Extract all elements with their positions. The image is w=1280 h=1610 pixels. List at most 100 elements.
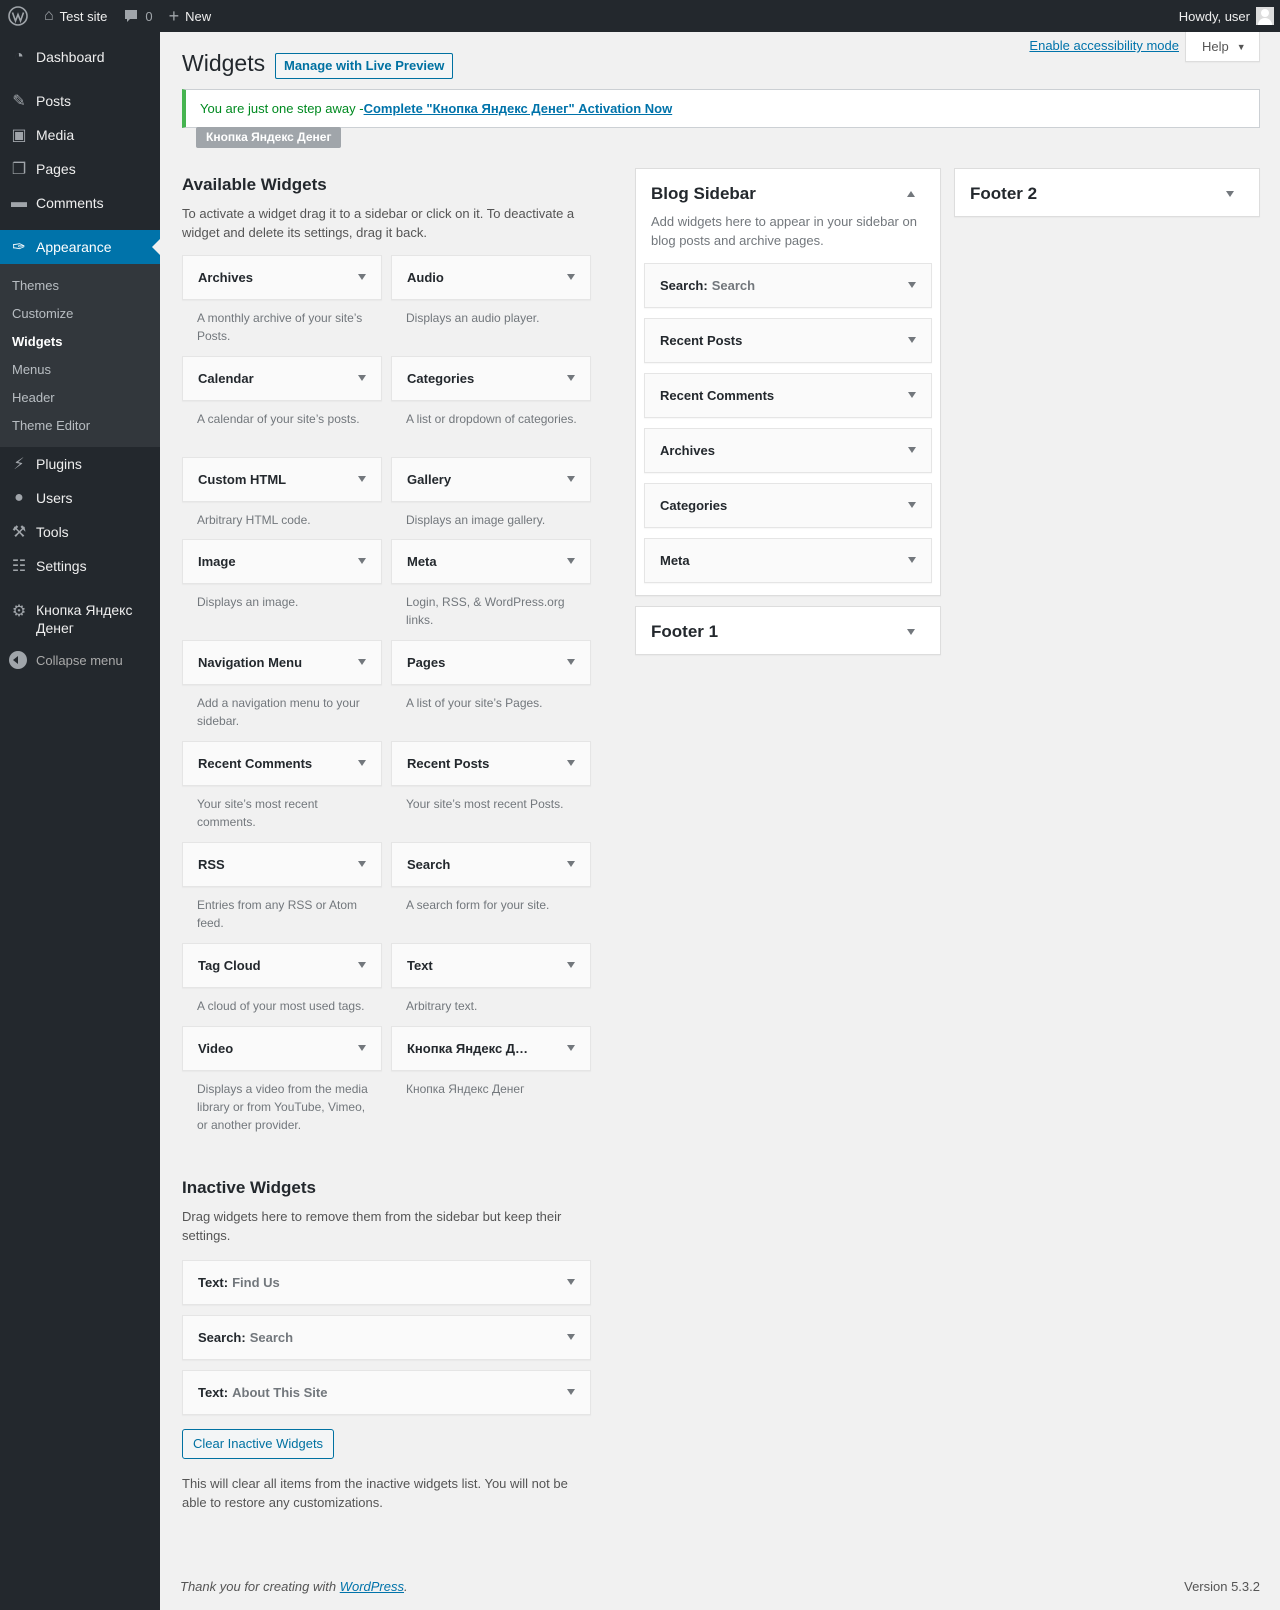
menu-item-tools[interactable]: ⚒ Tools xyxy=(0,515,160,549)
menu-item-dashboard[interactable]: ◔ Dashboard xyxy=(0,40,160,74)
menu-item-appearance[interactable]: ✑ Appearance xyxy=(0,230,160,264)
available-widget[interactable]: Meta xyxy=(391,539,591,584)
available-widget[interactable]: Pages xyxy=(391,640,591,685)
expand-arrow-icon[interactable] xyxy=(567,476,575,482)
expand-arrow-icon[interactable] xyxy=(567,274,575,280)
menu-item-media[interactable]: ▣ Media xyxy=(0,118,160,152)
clear-inactive-button[interactable]: Clear Inactive Widgets xyxy=(182,1429,335,1459)
inactive-widget[interactable]: Search: Search xyxy=(182,1315,591,1360)
available-widget[interactable]: Кнопка Яндекс Д… xyxy=(391,1026,591,1071)
accessibility-mode-link[interactable]: Enable accessibility mode xyxy=(1029,38,1179,53)
menu-label: Comments xyxy=(36,195,104,211)
wordpress-link[interactable]: WordPress xyxy=(340,1579,404,1594)
comments-menu[interactable]: 0 xyxy=(115,0,160,32)
blog-sidebar-title[interactable]: Blog Sidebar xyxy=(651,184,756,204)
widget-title: Text xyxy=(407,958,433,973)
activation-notice: You are just one step away - Complete "К… xyxy=(182,89,1260,128)
menu-label: Media xyxy=(36,127,75,143)
available-widget[interactable]: Video xyxy=(182,1026,382,1071)
sidebar-widget[interactable]: Recent Comments xyxy=(644,373,932,418)
wordpress-logo-menu[interactable] xyxy=(0,0,36,32)
expand-arrow-icon[interactable] xyxy=(358,558,366,564)
expand-arrow-icon[interactable] xyxy=(567,659,575,665)
menu-item-comments[interactable]: ▬ Comments xyxy=(0,186,160,220)
submenu-item-menus[interactable]: Menus xyxy=(0,355,160,383)
expand-arrow-icon[interactable] xyxy=(567,1334,575,1340)
expand-arrow-icon[interactable] xyxy=(358,760,366,766)
available-widget[interactable]: Archives xyxy=(182,255,382,300)
admin-menu: ◔ Dashboard ✎ Posts ▣ Media ❐ Pages ▬ Co… xyxy=(0,32,160,1610)
available-widget[interactable]: Tag Cloud xyxy=(182,943,382,988)
expand-arrow-icon[interactable] xyxy=(567,1045,575,1051)
footer-2-area[interactable]: Footer 2 xyxy=(954,168,1260,217)
available-widget[interactable]: Gallery xyxy=(391,457,591,502)
new-content-menu[interactable]: + New xyxy=(161,0,220,32)
help-tab-button[interactable]: Help ▼ xyxy=(1185,32,1260,62)
expand-arrow-icon[interactable] xyxy=(908,557,916,563)
expand-arrow-icon[interactable] xyxy=(567,760,575,766)
expand-arrow-icon[interactable] xyxy=(358,861,366,867)
available-widget[interactable]: Calendar xyxy=(182,356,382,401)
available-widget[interactable]: Recent Comments xyxy=(182,741,382,786)
expand-arrow-icon[interactable] xyxy=(567,375,575,381)
collapse-arrow-icon xyxy=(9,651,27,669)
expand-arrow-icon[interactable] xyxy=(358,659,366,665)
sidebar-widget[interactable]: Categories xyxy=(644,483,932,528)
inactive-widget[interactable]: Text: Find Us xyxy=(182,1260,591,1305)
site-name-menu[interactable]: ⌂ Test site xyxy=(36,0,115,32)
expand-arrow-icon[interactable] xyxy=(567,861,575,867)
expand-arrow-icon[interactable] xyxy=(358,375,366,381)
menu-label: Posts xyxy=(36,93,72,109)
collapse-menu-button[interactable]: Collapse menu xyxy=(0,643,160,677)
menu-item-yandex[interactable]: ⚙ Кнопка Яндекс Денег xyxy=(0,593,160,643)
available-widget[interactable]: Search xyxy=(391,842,591,887)
expand-arrow-icon[interactable] xyxy=(567,1389,575,1395)
expand-arrow-icon[interactable] xyxy=(567,1279,575,1285)
activation-link[interactable]: Complete "Кнопка Яндекс Денег" Activatio… xyxy=(364,101,673,116)
expand-arrow-icon[interactable] xyxy=(567,962,575,968)
menu-item-users[interactable]: ● Users xyxy=(0,481,160,515)
available-widget[interactable]: Categories xyxy=(391,356,591,401)
expand-arrow-icon[interactable] xyxy=(567,558,575,564)
available-widget[interactable]: Custom HTML xyxy=(182,457,382,502)
expand-arrow-icon[interactable] xyxy=(908,282,916,288)
expand-arrow-icon[interactable] xyxy=(908,337,916,343)
available-widget[interactable]: RSS xyxy=(182,842,382,887)
expand-arrow-icon[interactable] xyxy=(908,392,916,398)
submenu-item-theme-editor[interactable]: Theme Editor xyxy=(0,411,160,439)
my-account-menu[interactable]: Howdy, user xyxy=(1171,0,1280,32)
expand-arrow-icon[interactable] xyxy=(358,274,366,280)
expand-arrow-icon[interactable] xyxy=(908,502,916,508)
sidebar-widget[interactable]: Recent Posts xyxy=(644,318,932,363)
menu-item-plugins[interactable]: ⚡ Plugins xyxy=(0,447,160,481)
available-widget[interactable]: Recent Posts xyxy=(391,741,591,786)
expand-arrow-icon[interactable] xyxy=(907,629,915,635)
submenu-item-themes[interactable]: Themes xyxy=(0,271,160,299)
menu-item-posts[interactable]: ✎ Posts xyxy=(0,84,160,118)
widget-title: Categories xyxy=(407,371,475,386)
submenu-item-widgets[interactable]: Widgets xyxy=(0,327,160,355)
sidebar-widget[interactable]: Archives xyxy=(644,428,932,473)
appearance-submenu: Themes Customize Widgets Menus Header Th… xyxy=(0,264,160,447)
available-widget[interactable]: Audio xyxy=(391,255,591,300)
available-widget[interactable]: Text xyxy=(391,943,591,988)
menu-item-settings[interactable]: ☷ Settings xyxy=(0,549,160,583)
widget-description: Displays an image gallery. xyxy=(406,513,546,527)
expand-arrow-icon[interactable] xyxy=(908,447,916,453)
expand-arrow-icon[interactable] xyxy=(358,476,366,482)
footer-1-area[interactable]: Footer 1 xyxy=(635,606,941,655)
sidebar-widget[interactable]: Meta xyxy=(644,538,932,583)
submenu-item-customize[interactable]: Customize xyxy=(0,299,160,327)
sidebar-widget[interactable]: Search: Search xyxy=(644,263,932,308)
widget-title: Archives xyxy=(198,270,253,285)
menu-item-pages[interactable]: ❐ Pages xyxy=(0,152,160,186)
collapse-arrow-icon[interactable] xyxy=(907,191,915,197)
expand-arrow-icon[interactable] xyxy=(1226,191,1234,197)
available-widget[interactable]: Image xyxy=(182,539,382,584)
expand-arrow-icon[interactable] xyxy=(358,962,366,968)
inactive-widget[interactable]: Text: About This Site xyxy=(182,1370,591,1415)
available-widget[interactable]: Navigation Menu xyxy=(182,640,382,685)
live-preview-button[interactable]: Manage with Live Preview xyxy=(275,53,454,79)
submenu-item-header[interactable]: Header xyxy=(0,383,160,411)
expand-arrow-icon[interactable] xyxy=(358,1045,366,1051)
